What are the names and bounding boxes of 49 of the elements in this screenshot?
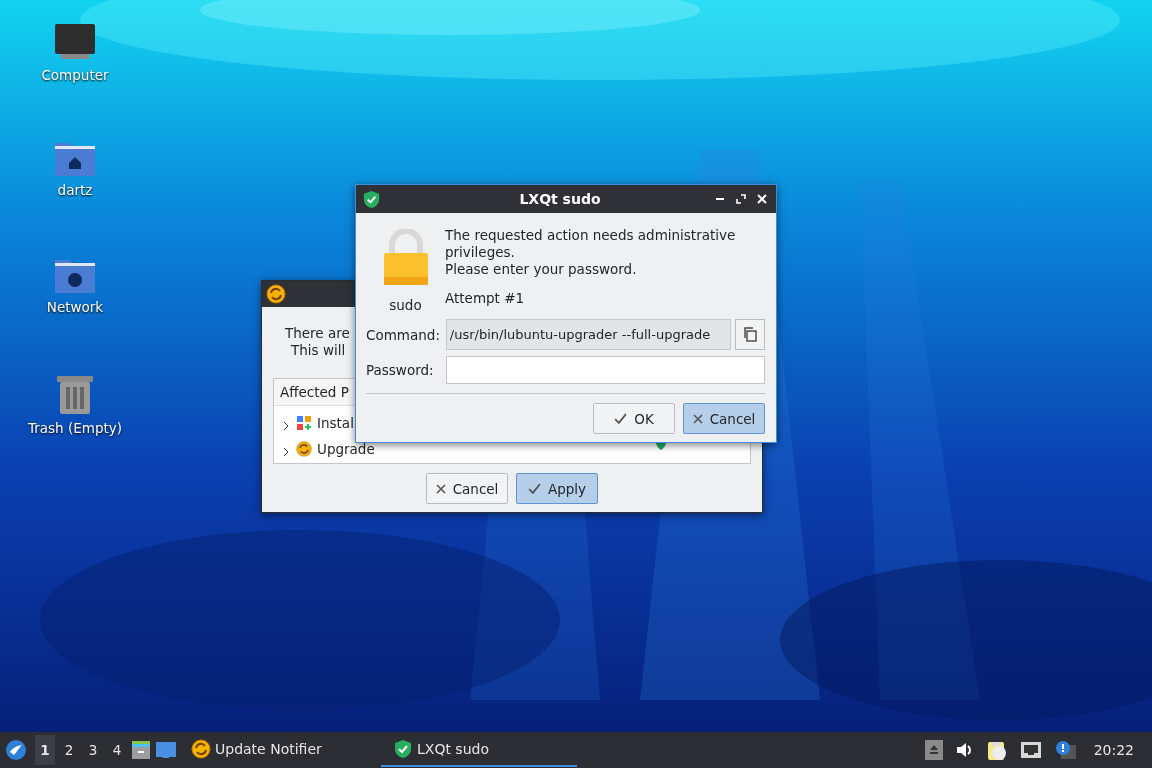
network-port-icon[interactable] xyxy=(1019,741,1042,759)
tree-item[interactable]: Instal xyxy=(317,415,354,431)
check-icon xyxy=(614,412,628,425)
message-text: Please enter your password. xyxy=(445,261,638,278)
apply-button[interactable]: Apply xyxy=(516,473,598,504)
workspace-button[interactable]: 3 xyxy=(83,735,103,765)
close-icon xyxy=(692,413,703,424)
refresh-icon xyxy=(266,284,286,304)
copy-button[interactable] xyxy=(735,319,765,350)
close-icon xyxy=(435,483,446,494)
desktop-icon-label[interactable]: Trash (Empty) xyxy=(27,420,122,436)
message-text: The requested action needs administrative privileges. xyxy=(445,227,737,261)
attempt-text: Attempt #1 xyxy=(445,290,526,306)
notification-icon[interactable] xyxy=(1054,740,1077,760)
padlock-icon xyxy=(382,229,429,287)
refresh-icon xyxy=(191,739,211,759)
tree-item[interactable]: Upgrade xyxy=(317,441,375,457)
command-field[interactable]: /usr/bin/lubuntu-upgrader --full-upgrade xyxy=(445,319,732,350)
workspace-button[interactable]: 2 xyxy=(59,735,79,765)
password-field[interactable] xyxy=(446,356,765,384)
cancel-button[interactable]: Cancel xyxy=(683,403,765,434)
workspace-button[interactable]: 4 xyxy=(107,735,127,765)
clipboard-icon[interactable] xyxy=(986,739,1007,761)
trash-icon[interactable] xyxy=(56,373,94,415)
refresh-icon xyxy=(296,441,312,457)
message-text: This will xyxy=(290,342,346,359)
field-label: Password: xyxy=(366,362,435,378)
speaker-icon[interactable] xyxy=(955,742,974,758)
check-icon xyxy=(527,482,541,495)
workspace-button[interactable]: 1 xyxy=(35,735,55,765)
taskbar-task[interactable]: LXQt sudo xyxy=(381,733,577,767)
desktop-icon[interactable] xyxy=(155,741,177,759)
taskbar-task[interactable]: Update Notifier xyxy=(185,733,381,767)
window-title: LXQt sudo xyxy=(518,191,602,207)
field-label: Command: xyxy=(366,326,441,343)
monitor-icon[interactable] xyxy=(53,22,97,62)
cancel-button[interactable]: Cancel xyxy=(426,473,508,504)
grid-icon xyxy=(296,415,312,431)
close-icon[interactable] xyxy=(757,194,767,204)
app-label: sudo xyxy=(389,297,422,313)
maximize-icon[interactable] xyxy=(736,194,746,204)
file-cabinet-icon[interactable] xyxy=(131,740,151,760)
copy-icon xyxy=(743,327,757,342)
desktop-icon-label[interactable]: Network xyxy=(46,299,104,315)
eject-icon[interactable] xyxy=(924,740,943,760)
clock[interactable]: 20:22 xyxy=(1093,742,1134,758)
start-menu-icon[interactable] xyxy=(5,739,27,761)
message-text: There are xyxy=(285,325,350,342)
ok-button[interactable]: OK xyxy=(593,403,675,434)
